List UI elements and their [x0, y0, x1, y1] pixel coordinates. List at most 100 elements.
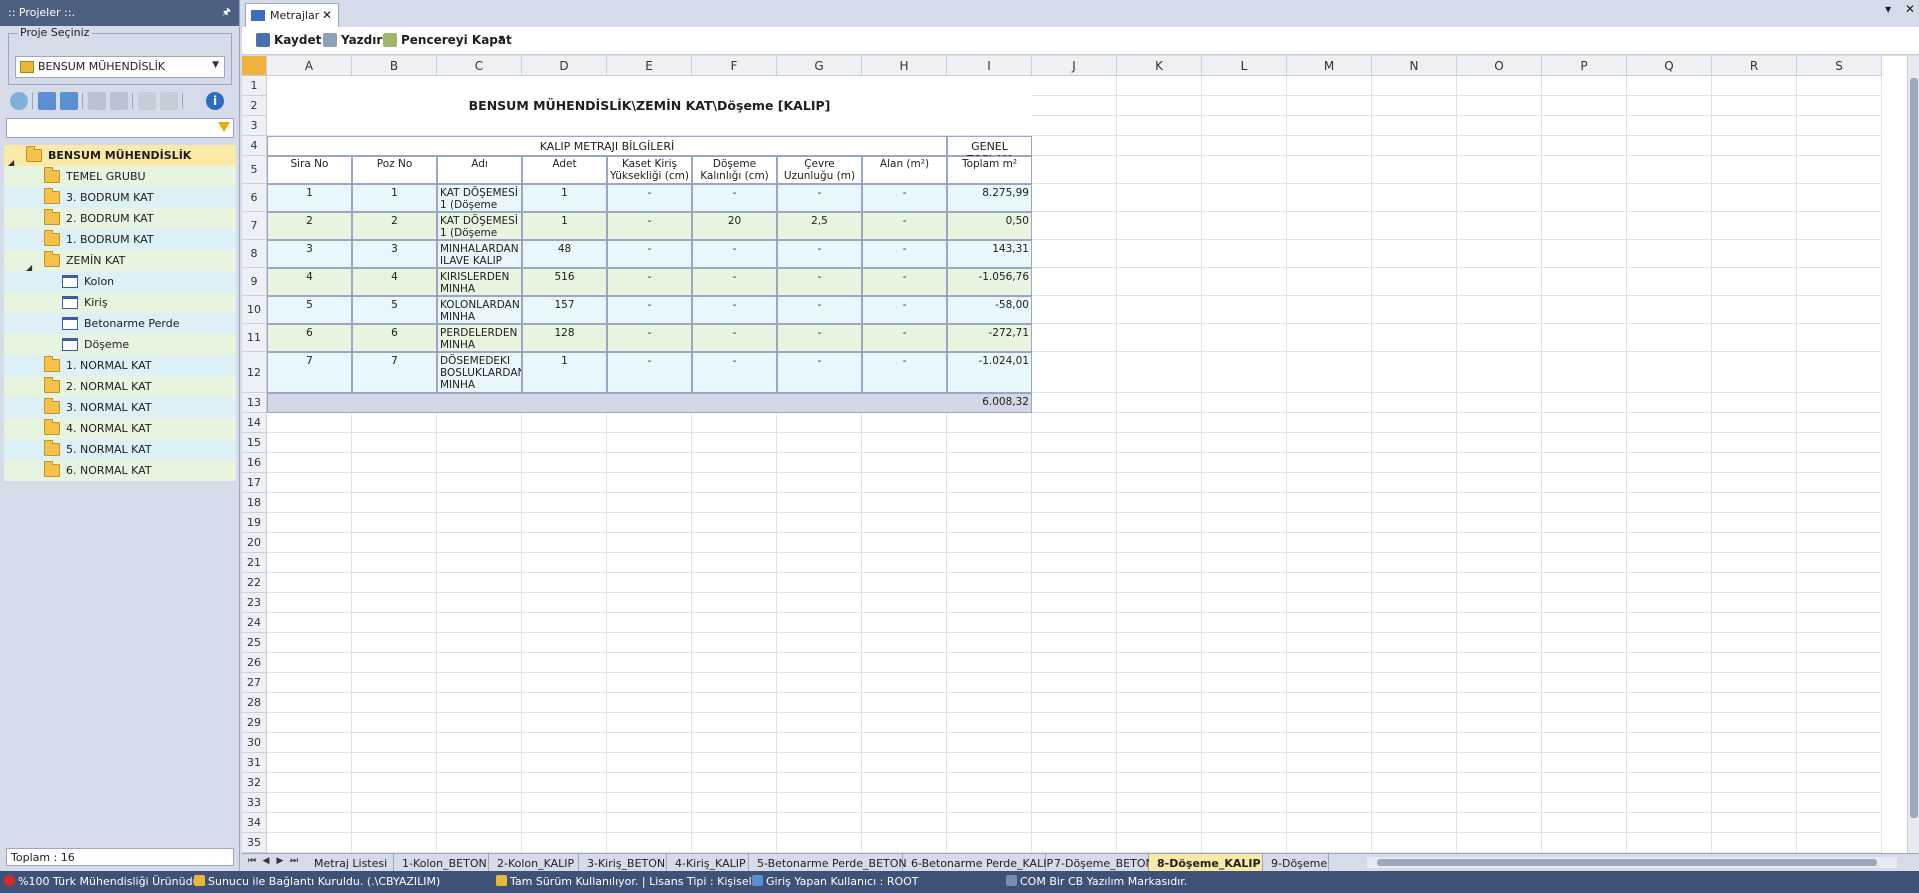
- window-close-icon[interactable]: ✕: [1905, 2, 1915, 16]
- table-cell[interactable]: -: [777, 324, 862, 352]
- table-cell[interactable]: KOLONLARDAN MINHA: [437, 296, 522, 324]
- table-cell[interactable]: 128: [522, 324, 607, 352]
- row-header[interactable]: 25: [242, 633, 267, 653]
- tree-item[interactable]: Kolon: [4, 271, 236, 292]
- tree-item[interactable]: 4. NORMAL KAT: [4, 418, 236, 439]
- row-header[interactable]: 17: [242, 473, 267, 493]
- spreadsheet[interactable]: A B C D E F G H I J K L M N O P Q R S 1 2 3 4 5 6 7 8 9 10 11 12 13 14 15…: [242, 56, 1919, 854]
- table-cell[interactable]: -: [607, 296, 692, 324]
- table-cell[interactable]: 5: [352, 296, 437, 324]
- table-cell[interactable]: 2: [352, 212, 437, 240]
- table-cell[interactable]: 516: [522, 268, 607, 296]
- tree-item[interactable]: 1. BODRUM KAT: [4, 229, 236, 250]
- table-cell[interactable]: -1.056,76: [947, 268, 1032, 296]
- chevron-down-icon[interactable]: ▼: [212, 60, 219, 70]
- column-header[interactable]: G: [777, 56, 862, 76]
- project-select-combo[interactable]: BENSUM MÜHENDİSLİK ▼: [15, 56, 225, 78]
- column-header[interactable]: L: [1202, 56, 1287, 76]
- column-header[interactable]: P: [1542, 56, 1627, 76]
- row-header[interactable]: 19: [242, 513, 267, 533]
- table-cell[interactable]: 1: [267, 184, 352, 212]
- table-cell[interactable]: PERDELERDEN MINHA: [437, 324, 522, 352]
- refresh-icon[interactable]: [10, 92, 28, 110]
- row-header[interactable]: 5: [242, 156, 267, 184]
- horizontal-scrollbar[interactable]: [1367, 857, 1897, 868]
- table-cell[interactable]: 157: [522, 296, 607, 324]
- row-header[interactable]: 29: [242, 713, 267, 733]
- table-cell[interactable]: -: [607, 324, 692, 352]
- sheet-nav-button[interactable]: ⏭: [288, 856, 300, 869]
- tree-item[interactable]: 2. BODRUM KAT: [4, 208, 236, 229]
- column-header[interactable]: F: [692, 56, 777, 76]
- sheet-nav-button[interactable]: ⏮: [246, 856, 258, 869]
- table-cell[interactable]: DÖSEMEDEKI BOSLUKLARDAN MINHA: [437, 352, 522, 393]
- tree-item[interactable]: TEMEL GRUBU: [4, 166, 236, 187]
- column-header[interactable]: M: [1287, 56, 1372, 76]
- column-header[interactable]: H: [862, 56, 947, 76]
- table-cell[interactable]: -: [692, 240, 777, 268]
- table-cell[interactable]: 5: [267, 296, 352, 324]
- tree-item[interactable]: 2. NORMAL KAT: [4, 376, 236, 397]
- close-window-button[interactable]: Pencereyi Kapat: [383, 33, 512, 47]
- row-header[interactable]: 8: [242, 240, 267, 268]
- row-header[interactable]: 28: [242, 693, 267, 713]
- select-all-corner[interactable]: [242, 56, 267, 76]
- expand-all-icon[interactable]: [38, 92, 56, 110]
- table-cell[interactable]: -: [692, 268, 777, 296]
- table-cell[interactable]: 1: [352, 184, 437, 212]
- row-header[interactable]: 4: [242, 136, 267, 156]
- table-cell[interactable]: -: [692, 296, 777, 324]
- column-header[interactable]: J: [1032, 56, 1117, 76]
- table-cell[interactable]: 4: [352, 268, 437, 296]
- table-cell[interactable]: 3: [352, 240, 437, 268]
- sheet-tab[interactable]: 8-Döşeme_KALIP: [1149, 854, 1263, 872]
- sheet-tab[interactable]: 9-Döşeme: [1263, 854, 1329, 872]
- table-cell[interactable]: 4: [267, 268, 352, 296]
- tree-item[interactable]: 5. NORMAL KAT: [4, 439, 236, 460]
- paste-icon[interactable]: [160, 92, 178, 110]
- table-cell[interactable]: 2: [267, 212, 352, 240]
- column-header[interactable]: C: [437, 56, 522, 76]
- row-header[interactable]: 31: [242, 753, 267, 773]
- tree-item[interactable]: ◢ BENSUM MÜHENDİSLİK: [4, 145, 236, 167]
- row-header[interactable]: 9: [242, 268, 267, 296]
- tree-item[interactable]: Döşeme: [4, 334, 236, 355]
- table-cell[interactable]: -: [777, 240, 862, 268]
- column-header[interactable]: E: [607, 56, 692, 76]
- row-header[interactable]: 12: [242, 352, 267, 393]
- table-cell[interactable]: KIRISLERDEN MINHA: [437, 268, 522, 296]
- table-cell[interactable]: 7: [267, 352, 352, 393]
- table-cell[interactable]: -1.024,01: [947, 352, 1032, 393]
- sheet-tab[interactable]: 4-Kiriş_KALIP: [667, 854, 749, 872]
- sheet-nav-button[interactable]: ◀: [260, 856, 272, 869]
- table-cell[interactable]: -: [607, 352, 692, 393]
- column-header[interactable]: S: [1797, 56, 1882, 76]
- scrollbar-thumb[interactable]: [1910, 78, 1918, 818]
- table-cell[interactable]: 0,50: [947, 212, 1032, 240]
- table-cell[interactable]: -: [862, 268, 947, 296]
- table-cell[interactable]: -58,00: [947, 296, 1032, 324]
- column-header[interactable]: N: [1372, 56, 1457, 76]
- row-header[interactable]: 26: [242, 653, 267, 673]
- table-cell[interactable]: -: [777, 184, 862, 212]
- delete-icon[interactable]: [110, 92, 128, 110]
- table-cell[interactable]: -: [607, 184, 692, 212]
- tree-item[interactable]: 3. NORMAL KAT: [4, 397, 236, 418]
- row-header[interactable]: 16: [242, 453, 267, 473]
- tab-metrajlar[interactable]: Metrajlar ✕: [245, 3, 339, 27]
- table-cell[interactable]: 7: [352, 352, 437, 393]
- tree-search-input[interactable]: [6, 118, 234, 138]
- vertical-scrollbar[interactable]: [1907, 56, 1919, 854]
- collapse-all-icon[interactable]: [60, 92, 78, 110]
- row-header[interactable]: 35: [242, 833, 267, 853]
- tree-item[interactable]: 3. BODRUM KAT: [4, 187, 236, 208]
- edit-icon[interactable]: [88, 92, 106, 110]
- table-cell[interactable]: 143,31: [947, 240, 1032, 268]
- tree-item[interactable]: 1. NORMAL KAT: [4, 355, 236, 376]
- column-header[interactable]: A: [267, 56, 352, 76]
- row-header[interactable]: 21: [242, 553, 267, 573]
- column-header[interactable]: R: [1712, 56, 1797, 76]
- save-button[interactable]: Kaydet: [256, 33, 321, 47]
- sheet-nav-button[interactable]: ▶: [274, 856, 286, 869]
- table-cell[interactable]: 20: [692, 212, 777, 240]
